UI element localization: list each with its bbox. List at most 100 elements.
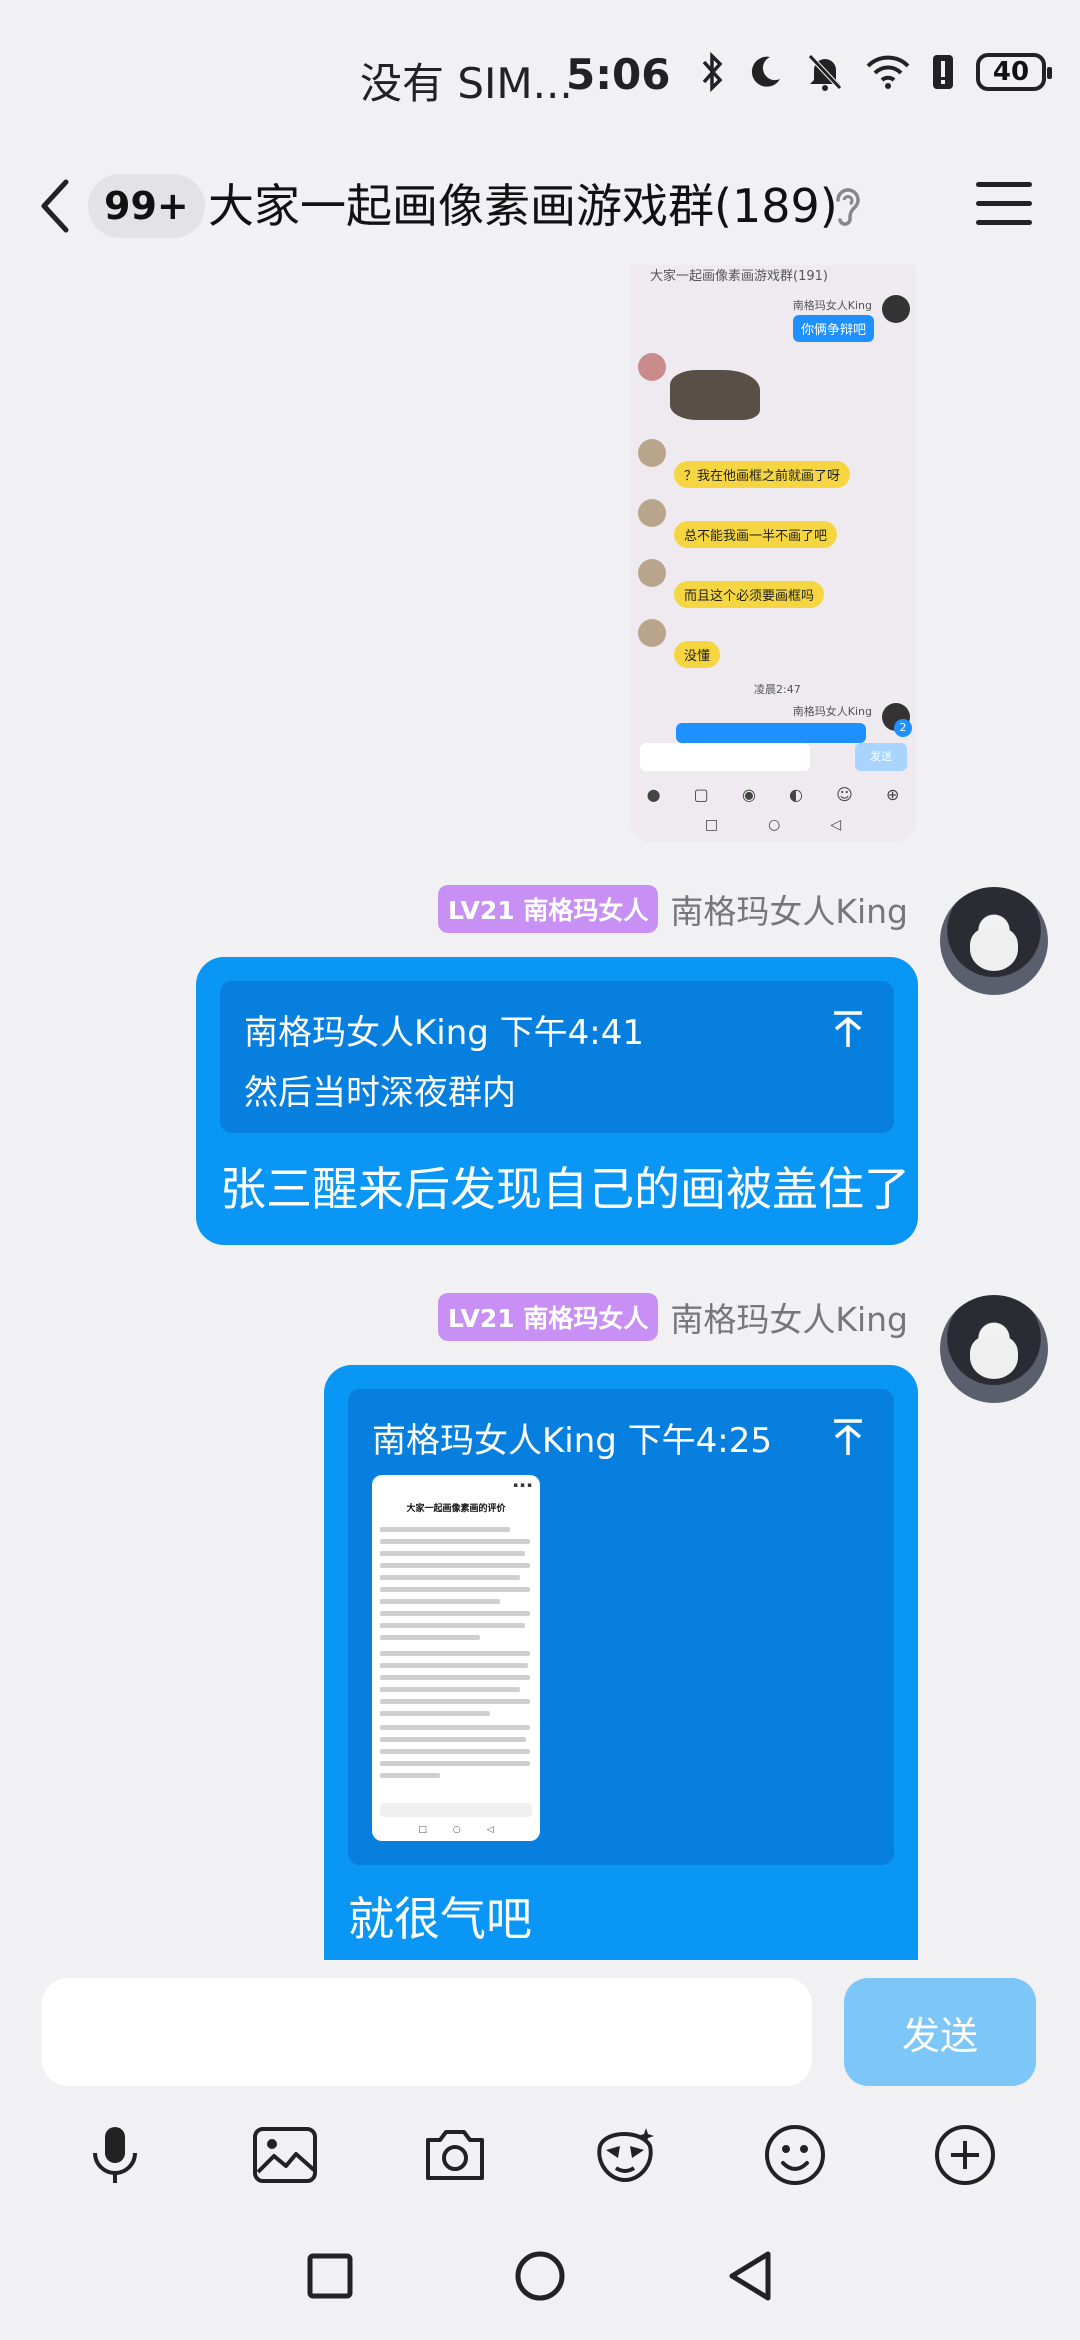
ear-icon[interactable] bbox=[832, 184, 862, 232]
thumb-text-line bbox=[380, 1737, 526, 1742]
thumb-text-line bbox=[380, 1575, 520, 1580]
thumb-text-line bbox=[380, 1587, 530, 1592]
plus-icon[interactable] bbox=[925, 2115, 1005, 2195]
quoted-image-thumbnail[interactable]: ▪ ▪ ▪ 大家一起画像素画的评价 □ ○ ◁ bbox=[372, 1475, 540, 1841]
bell-off-icon bbox=[806, 52, 844, 92]
message-text: 就很气吧 bbox=[348, 1892, 532, 1946]
status-icons: 40 bbox=[700, 52, 1052, 92]
thumb-text-line bbox=[380, 1773, 440, 1778]
mini-bubble: ？我在他画框之前就画了呀 bbox=[674, 461, 851, 488]
quote-text: 然后当时深夜群内 bbox=[244, 1073, 516, 1113]
back-nav-icon: ◁ bbox=[830, 817, 842, 833]
message-input[interactable] bbox=[42, 1978, 812, 2086]
level-badge: LV21 南格玛女人 bbox=[437, 885, 659, 933]
mini-time: 凌晨2:47 bbox=[754, 683, 801, 696]
thumb-text-line bbox=[380, 1623, 525, 1628]
sticker-icon: ◐ bbox=[789, 785, 804, 804]
recent-apps-icon: □ bbox=[418, 1825, 427, 1835]
thumb-nav: □ ○ ◁ bbox=[372, 1825, 540, 1835]
thumb-text-line bbox=[380, 1725, 530, 1730]
thumb-text-line bbox=[380, 1663, 528, 1668]
emoji-icon[interactable] bbox=[755, 2115, 835, 2195]
jump-to-original-icon[interactable] bbox=[830, 1417, 866, 1461]
thumb-status-bar: ▪ ▪ ▪ bbox=[513, 1481, 532, 1489]
recent-apps-icon[interactable] bbox=[306, 2252, 354, 2304]
thumb-text-line bbox=[380, 1527, 510, 1532]
mini-bubble: 你俩争辩吧 bbox=[792, 315, 874, 342]
page-title[interactable]: 大家一起画像素画游戏群(189) bbox=[208, 174, 838, 238]
plus-icon: ⊕ bbox=[885, 785, 900, 804]
mini-toolbar: ● ▢ ◉ ◐ ☺ ⊕ bbox=[630, 785, 916, 804]
message-bubble[interactable]: 南格玛女人King 下午4:25 ▪ ▪ ▪ 大家一起画像素画的评价 □ ○ ◁… bbox=[324, 1365, 918, 1960]
thumb-text-line bbox=[380, 1551, 525, 1556]
thumb-text-line bbox=[380, 1539, 530, 1544]
thumb-input bbox=[380, 1803, 532, 1817]
back-nav-icon[interactable] bbox=[726, 2250, 774, 2306]
thumb-text-line bbox=[380, 1687, 520, 1692]
thumb-text-line bbox=[380, 1675, 530, 1680]
input-toolbar bbox=[0, 2100, 1080, 2210]
home-icon: ○ bbox=[768, 817, 781, 833]
avatar[interactable] bbox=[940, 887, 1048, 995]
status-bar: 没有 SIM... 5:06 40 bbox=[0, 0, 1080, 150]
menu-icon[interactable] bbox=[976, 182, 1032, 230]
mini-input bbox=[640, 743, 810, 771]
mini-avatar bbox=[638, 439, 666, 467]
unread-badge[interactable]: 99+ bbox=[88, 174, 205, 238]
battery-alert-icon bbox=[932, 53, 954, 91]
reply-quote[interactable]: 南格玛女人King 下午4:25 ▪ ▪ ▪ 大家一起画像素画的评价 □ ○ ◁ bbox=[348, 1389, 894, 1865]
thumb-text-line bbox=[380, 1651, 530, 1656]
thumb-text-line bbox=[380, 1699, 530, 1704]
sticker-icon[interactable] bbox=[585, 2115, 665, 2195]
back-icon[interactable] bbox=[36, 174, 76, 238]
reply-quote[interactable]: 南格玛女人King 下午4:41 然后当时深夜群内 bbox=[220, 981, 894, 1133]
quote-header: 南格玛女人King 下午4:41 bbox=[244, 1013, 645, 1053]
thumb-title: 大家一起画像素画的评价 bbox=[406, 1504, 506, 1514]
mini-notification-badge: 2 bbox=[894, 719, 912, 737]
image-message[interactable]: 大家一起画像素画游戏群(191) 南格玛女人King 你俩争辩吧 ？我在他画框之… bbox=[630, 265, 916, 842]
carrier-label: 没有 SIM... bbox=[360, 59, 573, 108]
mini-sender: 南格玛女人King bbox=[792, 705, 872, 718]
mini-title: 大家一起画像素画游戏群(191) bbox=[650, 269, 828, 284]
mini-avatar bbox=[882, 295, 910, 323]
mini-avatar bbox=[638, 559, 666, 587]
clock: 5:06 bbox=[566, 50, 671, 99]
message-bubble[interactable]: 南格玛女人King 下午4:41 然后当时深夜群内 张三醒来后发现自己的画被盖住… bbox=[196, 957, 918, 1245]
thumb-text-line bbox=[380, 1599, 500, 1604]
input-bar: 发送 bbox=[0, 1960, 1080, 2086]
avatar[interactable] bbox=[940, 1295, 1048, 1403]
sender-name[interactable]: 南格玛女人King bbox=[670, 1293, 908, 1341]
mini-bubble: 没懂 bbox=[674, 641, 721, 668]
emoji-icon: ☺ bbox=[836, 785, 853, 804]
camera-icon: ◉ bbox=[741, 785, 756, 804]
jump-to-original-icon[interactable] bbox=[830, 1009, 866, 1053]
thumb-text-line bbox=[380, 1635, 480, 1640]
camera-icon[interactable] bbox=[415, 2115, 495, 2195]
mini-sender: 南格玛女人King bbox=[792, 299, 872, 312]
image-icon: ▢ bbox=[693, 785, 709, 804]
mini-send-button: 发送 bbox=[855, 743, 907, 771]
image-icon[interactable] bbox=[245, 2115, 325, 2195]
mini-bubble: 而且这个必须要画框吗 bbox=[674, 581, 825, 608]
recent-apps-icon: □ bbox=[704, 817, 719, 833]
mini-image bbox=[670, 370, 760, 420]
microphone-icon[interactable] bbox=[75, 2115, 155, 2195]
mini-avatar bbox=[638, 619, 666, 647]
wifi-icon bbox=[866, 54, 910, 90]
chat-area[interactable]: 大家一起画像素画游戏群(191) 南格玛女人King 你俩争辩吧 ？我在他画框之… bbox=[0, 265, 1080, 1960]
mini-bubble bbox=[676, 723, 866, 743]
thumb-text-line bbox=[380, 1761, 530, 1766]
thumb-text-line bbox=[380, 1611, 530, 1616]
mini-avatar bbox=[638, 499, 666, 527]
system-nav-bar bbox=[0, 2215, 1080, 2340]
back-nav-icon: ◁ bbox=[486, 1825, 494, 1835]
send-button[interactable]: 发送 bbox=[844, 1978, 1036, 2086]
sender-name[interactable]: 南格玛女人King bbox=[670, 885, 908, 933]
mini-bubble: 总不能我画一半不画了吧 bbox=[674, 521, 838, 548]
mini-nav: □ ○ ◁ bbox=[630, 817, 916, 833]
level-badge: LV21 南格玛女人 bbox=[437, 1293, 659, 1341]
thumb-text-line bbox=[380, 1749, 530, 1754]
moon-icon bbox=[746, 53, 784, 91]
battery-icon: 40 bbox=[976, 53, 1052, 91]
home-icon[interactable] bbox=[514, 2250, 566, 2306]
